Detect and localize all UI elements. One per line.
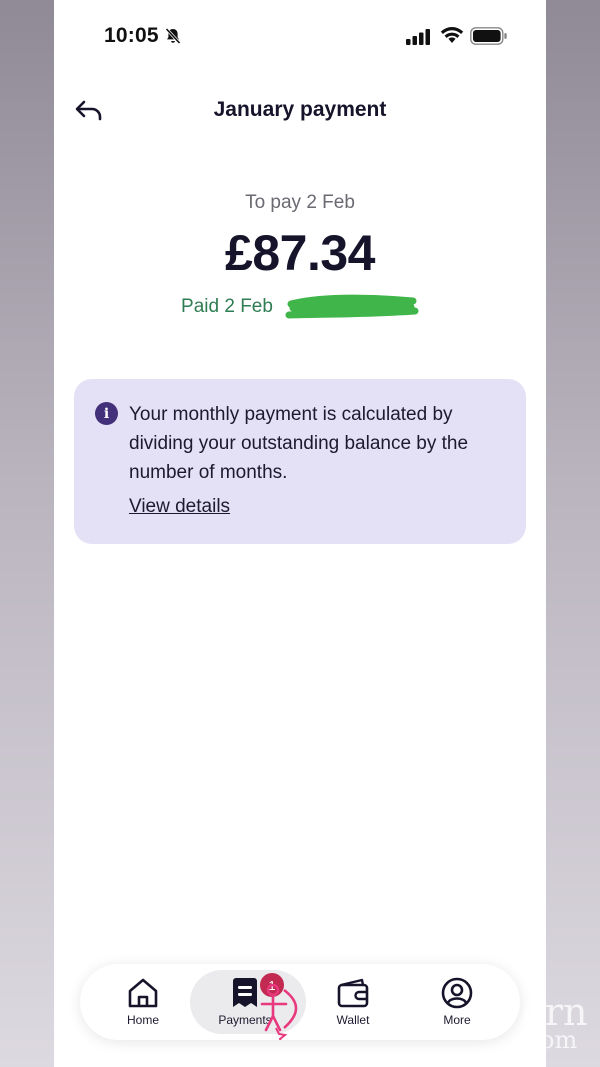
bell-slash-icon xyxy=(165,27,181,45)
profile-icon xyxy=(441,977,473,1009)
status-time: 10:05 xyxy=(104,24,159,47)
wifi-icon xyxy=(440,27,464,43)
app-screen: 10:05 January payment To pay 2 Feb £87.3… xyxy=(54,0,546,1067)
info-card: i Your monthly payment is calculated by … xyxy=(74,379,526,544)
paid-status-label: Paid 2 Feb xyxy=(181,296,273,317)
due-date-label: To pay 2 Feb xyxy=(245,192,355,213)
page-title: January payment xyxy=(213,98,387,121)
view-details-link[interactable]: View details xyxy=(129,496,230,518)
info-icon: i xyxy=(95,402,118,425)
home-icon xyxy=(128,978,158,1008)
status-bar: 10:05 xyxy=(54,0,546,72)
watermark-text-secondary: om xyxy=(540,1026,578,1054)
nav-label-more: More xyxy=(443,1013,471,1027)
nav-item-home[interactable]: Home xyxy=(88,964,198,1040)
cellular-signal-icon xyxy=(406,29,430,45)
redaction-scribble xyxy=(285,294,419,319)
nav-item-more[interactable]: More xyxy=(402,964,512,1040)
nav-label-wallet: Wallet xyxy=(336,1013,370,1027)
payment-amount: £87.34 xyxy=(225,225,375,281)
nav-item-wallet[interactable]: Wallet xyxy=(298,964,408,1040)
nav-label-home: Home xyxy=(126,1013,159,1027)
paid-status-row: Paid 2 Feb xyxy=(54,292,546,322)
info-card-text: Your monthly payment is calculated by di… xyxy=(129,404,469,483)
cupid-watermark-icon xyxy=(260,984,298,1040)
wallet-icon xyxy=(337,978,369,1008)
battery-icon xyxy=(470,27,507,45)
